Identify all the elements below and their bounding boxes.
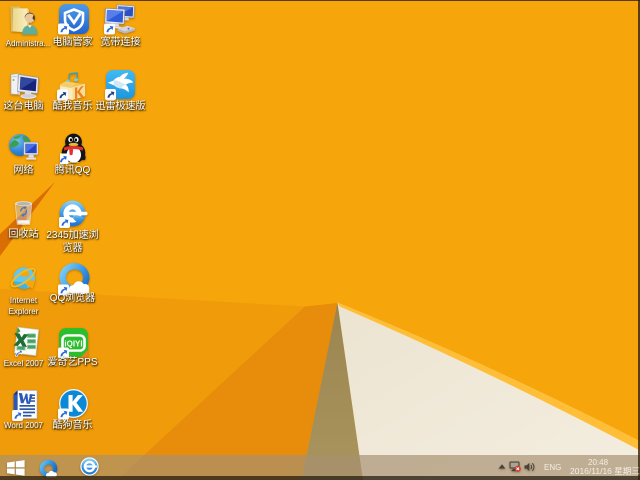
- svg-text:iQIYI: iQIYI: [64, 339, 82, 348]
